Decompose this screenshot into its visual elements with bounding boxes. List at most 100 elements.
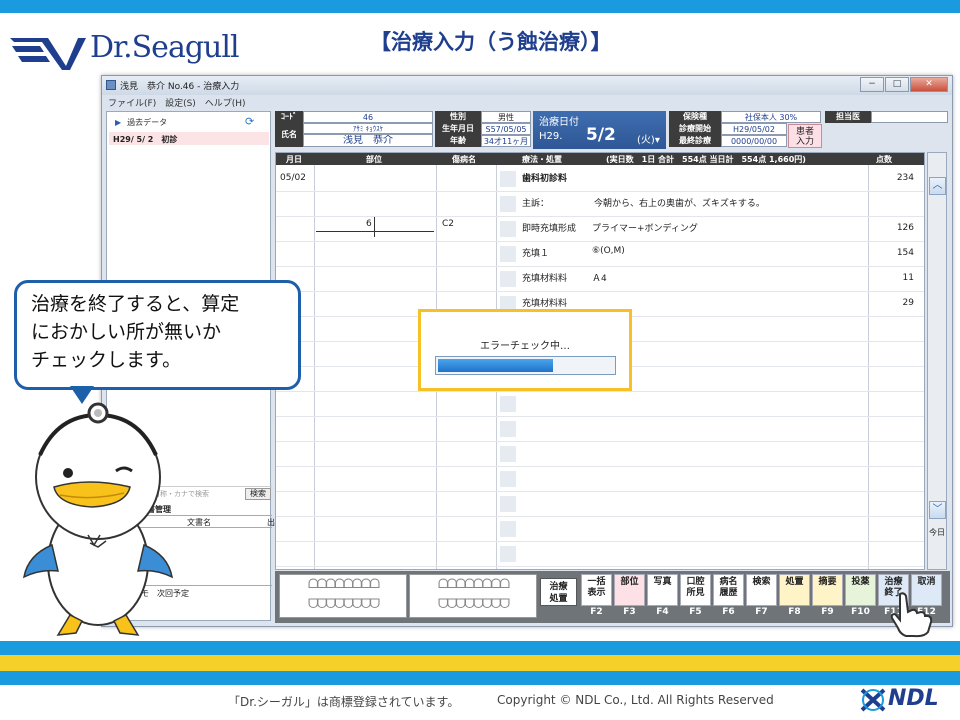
treat-weekday: (火)▾ <box>637 135 660 146</box>
row-select-box[interactable] <box>500 546 516 562</box>
window-title: 浅見 恭介 No.46 - 治療入力 <box>120 82 240 92</box>
patient-input-button[interactable]: 患者 入力 <box>788 124 822 148</box>
last-date: 0000/00/00 <box>721 135 787 147</box>
row-select-box[interactable] <box>500 221 516 237</box>
close-button[interactable]: ✕ <box>910 77 948 92</box>
footer-copyright: Copyright © NDL Co., Ltd. All Rights Res… <box>497 693 774 707</box>
teeth-chart-left[interactable]: ᗝᗝᗝᗝᗝᗝᗝᗝ ᗜᗜᗜᗜᗜᗜᗜᗜ <box>279 574 407 618</box>
maximize-button[interactable]: □ <box>885 77 909 92</box>
treatment-detail: Ａ4 <box>592 274 607 284</box>
start-date: H29/05/02 <box>721 123 787 135</box>
dropdown-icon[interactable]: ▾ <box>655 135 660 146</box>
treatment-name: 充填１ <box>522 249 550 259</box>
treatment-name: 歯科初診料 <box>522 174 568 184</box>
bubble-line: チェックします。 <box>31 349 182 371</box>
slide-title: 【治療入力（う蝕治療）】 <box>370 30 612 54</box>
function-key-label: F6 <box>722 607 735 617</box>
patient-code: 46 <box>303 111 433 123</box>
row-select-box[interactable] <box>500 446 516 462</box>
col-date: 月日 <box>286 155 302 164</box>
grid-row-divider <box>276 266 924 267</box>
row-select-box[interactable] <box>500 271 516 287</box>
expand-triangle-icon[interactable]: ▶ <box>115 118 121 127</box>
menu-file[interactable]: ファイル(F) <box>108 96 156 109</box>
function-button[interactable]: 検索 <box>746 574 777 606</box>
last-label: 最終診療 <box>669 135 721 147</box>
minimize-button[interactable]: − <box>860 77 884 92</box>
search-button[interactable]: 検索 <box>245 488 271 500</box>
teeth-chart-right[interactable]: ᗝᗝᗝᗝᗝᗝᗝᗝ ᗜᗜᗜᗜᗜᗜᗜᗜ <box>409 574 537 618</box>
function-key-label: F10 <box>851 607 870 617</box>
function-button[interactable]: 処置 <box>779 574 810 606</box>
teeth-upper-right: ᗝᗝᗝᗝᗝᗝᗝᗝ <box>437 577 510 592</box>
col-disease: 傷病名 <box>452 155 476 164</box>
row-select-box[interactable] <box>500 421 516 437</box>
top-accent-bar <box>0 0 960 13</box>
treat-date: 5/2 <box>586 125 616 145</box>
grid-row-divider <box>276 391 924 392</box>
treatment-name: 主訴： <box>522 199 550 209</box>
grid-header: 月日 部位 傷病名 療法・処置 (実日数 1日 合計 554点 当日計 554点… <box>276 153 924 165</box>
row-select-box[interactable] <box>500 521 516 537</box>
treatment-name: 即時充填形成 <box>522 224 577 234</box>
function-key-label: F3 <box>623 607 636 617</box>
doc-col-out: 出 <box>267 518 275 527</box>
treatment-date-box[interactable]: 治療日付 H29. 5/2 (火)▾ <box>533 111 666 149</box>
ndl-logo-text: NDL <box>888 686 939 711</box>
grid-row-divider <box>276 441 924 442</box>
function-button[interactable]: 写真 <box>647 574 678 606</box>
start-label: 診療開始 <box>669 123 721 135</box>
col-site: 部位 <box>366 155 382 164</box>
grid-row-divider <box>276 291 924 292</box>
scroll-down-icon[interactable]: ﹀ <box>929 501 946 519</box>
menu-help[interactable]: ヘルプ(H) <box>205 96 246 109</box>
function-button[interactable]: 一括 表示 <box>581 574 612 606</box>
function-button[interactable]: 口腔 所見 <box>680 574 711 606</box>
past-item[interactable]: H29/ 5/ 2 初診 <box>109 132 269 145</box>
patient-header: ｺｰﾄﾞ 46 氏名 ｱｻﾐ ｷｮｳｽｹ 浅見 恭介 性別 男性 生年月日 S5… <box>275 111 950 151</box>
function-key-label: F5 <box>689 607 702 617</box>
function-button[interactable]: 投薬 <box>845 574 876 606</box>
treatment-points: 11 <box>902 273 914 283</box>
grid-row-divider <box>276 516 924 517</box>
treatment-process-button[interactable]: 治療 処置 <box>540 578 577 606</box>
doctor-select[interactable] <box>871 111 948 123</box>
function-toolbar: ᗝᗝᗝᗝᗝᗝᗝᗝ ᗜᗜᗜᗜᗜᗜᗜᗜ ᗝᗝᗝᗝᗝᗝᗝᗝ ᗜᗜᗜᗜᗜᗜᗜᗜ 治療 処… <box>275 571 950 623</box>
grid-row-divider <box>276 491 924 492</box>
function-button[interactable]: 摘要 <box>812 574 843 606</box>
row-select-box[interactable] <box>500 196 516 212</box>
function-key-label: F9 <box>821 607 834 617</box>
row-select-box[interactable] <box>500 496 516 512</box>
dialog-message: エラーチェック中… <box>480 341 570 352</box>
row-select-box[interactable] <box>500 246 516 262</box>
grid-scrollbar[interactable]: ︿ ﹀ 今日 <box>927 152 947 570</box>
treatment-name: 充填材料料 <box>522 274 568 284</box>
age-label: 年齢 <box>435 135 481 147</box>
function-button[interactable]: 部位 <box>614 574 645 606</box>
row-select-box[interactable] <box>500 171 516 187</box>
tooth-number: 6 <box>366 219 372 229</box>
function-key-label: F7 <box>755 607 768 617</box>
col-points: 点数 <box>876 155 892 164</box>
patient-kana: ｱｻﾐ ｷｮｳｽｹ <box>303 123 433 134</box>
col-treatment: 療法・処置 <box>522 155 562 164</box>
doc-col-name: 文書名 <box>187 518 211 527</box>
refresh-icon[interactable]: ⟳ <box>245 115 254 128</box>
today-button[interactable]: 今日 <box>928 527 946 538</box>
row-select-box[interactable] <box>500 396 516 412</box>
footer-trademark: 「Dr.シーガル」は商標登録されています。 <box>228 695 460 709</box>
teeth-upper-left: ᗝᗝᗝᗝᗝᗝᗝᗝ <box>307 577 380 592</box>
progress-fill <box>438 359 554 372</box>
function-key-label: F4 <box>656 607 669 617</box>
function-key-label: F8 <box>788 607 801 617</box>
scroll-up-icon[interactable]: ︿ <box>929 177 946 195</box>
row-select-box[interactable] <box>500 471 516 487</box>
menu-settings[interactable]: 設定(S) <box>165 96 196 109</box>
progress-bar <box>435 356 616 375</box>
patient-age: 34才11ヶ月 <box>481 135 531 147</box>
treatment-detail: ⑥(O,M) <box>592 246 625 256</box>
doctor-label: 担当医 <box>825 111 871 123</box>
patient-dob: S57/05/05 <box>481 123 531 135</box>
treatment-name: 充填材料料 <box>522 299 568 309</box>
function-button[interactable]: 病名 履歴 <box>713 574 744 606</box>
